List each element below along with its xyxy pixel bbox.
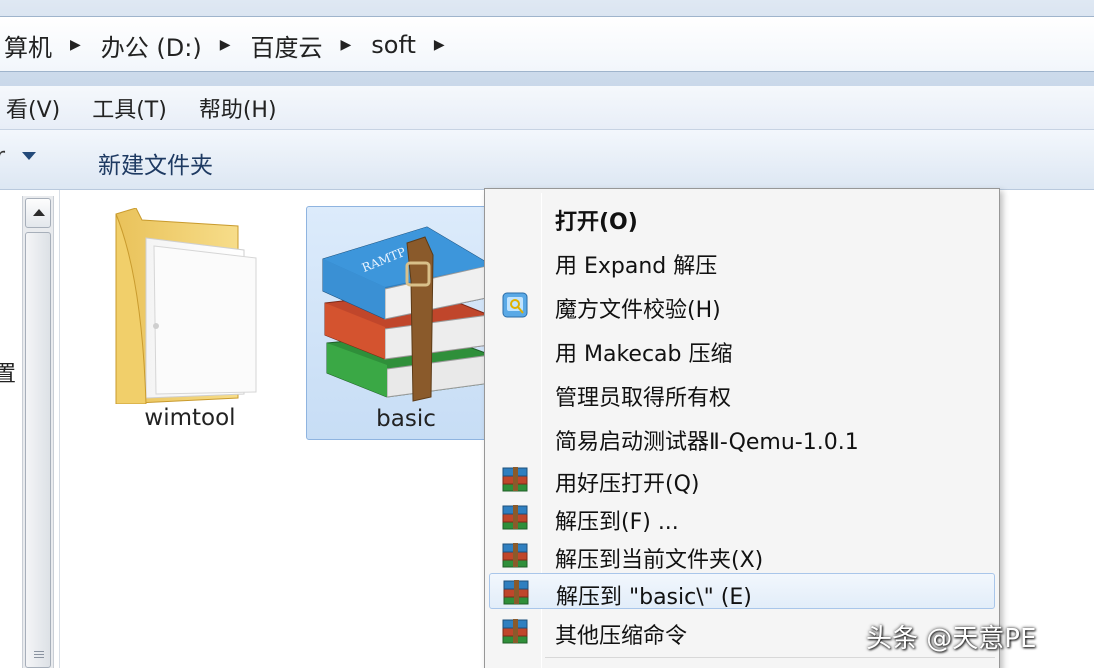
menu-item-label: 解压到 "basic\" (E) (556, 585, 752, 610)
menu-item-open[interactable]: 打开(O) (489, 199, 995, 235)
file-verify-icon (502, 292, 528, 318)
menu-tools[interactable]: 工具(T) (76, 92, 183, 124)
scroll-up-icon[interactable] (25, 198, 51, 228)
new-folder-button[interactable]: 新建文件夹 (98, 146, 213, 180)
menu-separator (545, 657, 995, 658)
menu-item-label: 魔方文件校验(H) (555, 298, 721, 323)
menu-help[interactable]: 帮助(H) (183, 92, 293, 124)
menu-item-label: 打开(O) (555, 210, 638, 235)
scroll-grip-icon (34, 651, 44, 652)
context-menu: 打开(O) 用 Expand 解压 魔方文件校验(H) 用 Makecab 压缩… (484, 188, 1000, 668)
winrar-archive-icon: RAMTP (322, 226, 492, 402)
menu-item-label: 简易启动测试器Ⅱ-Qemu-1.0.1 (555, 430, 859, 455)
breadcrumb-baiduyun[interactable]: 百度云 (246, 28, 326, 63)
breadcrumb-computer[interactable]: 算机 (0, 28, 56, 63)
command-toolbar: r 新建文件夹 (0, 130, 1094, 190)
address-frame: 算机 ▶ 办公 (D:) ▶ 百度云 ▶ soft ▶ (0, 0, 1094, 86)
winrar-icon (502, 619, 528, 644)
menu-item-label: 解压到(F) ... (555, 510, 679, 535)
menu-item-extract-to-basic[interactable]: 解压到 "basic\" (E) (489, 573, 995, 610)
menu-item-makecab[interactable]: 用 Makecab 压缩 (489, 331, 995, 367)
winrar-icon (502, 505, 528, 530)
breadcrumb-arrow-icon[interactable]: ▶ (420, 37, 461, 53)
menu-bar: 看(V) 工具(T) 帮助(H) (0, 86, 1094, 130)
winrar-icon (502, 467, 528, 492)
breadcrumb: 算机 ▶ 办公 (D:) ▶ 百度云 ▶ soft ▶ (0, 17, 461, 73)
menu-item-label: 用 Makecab 压缩 (555, 342, 733, 367)
breadcrumb-drive-d[interactable]: 办公 (D:) (97, 28, 206, 63)
menu-item-file-verify[interactable]: 魔方文件校验(H) (489, 287, 995, 323)
menu-view[interactable]: 看(V) (0, 92, 76, 124)
watermark: 头条 @天意PE (866, 624, 1037, 654)
scroll-thumb[interactable] (25, 232, 51, 668)
menu-item-take-ownership[interactable]: 管理员取得所有权 (489, 375, 995, 411)
menu-item-label: 解压到当前文件夹(X) (555, 548, 764, 573)
file-item-basic[interactable]: RAMTP basic (306, 206, 506, 440)
menu-item-label: 用 Expand 解压 (555, 254, 718, 279)
folder-icon (115, 208, 257, 404)
breadcrumb-arrow-icon[interactable]: ▶ (56, 37, 97, 53)
address-bar[interactable]: 算机 ▶ 办公 (D:) ▶ 百度云 ▶ soft ▶ (0, 16, 1094, 72)
breadcrumb-soft[interactable]: soft (367, 31, 420, 59)
menu-item-qemu-tester[interactable]: 简易启动测试器Ⅱ-Qemu-1.0.1 (489, 419, 995, 455)
winrar-icon (502, 543, 528, 568)
menu-item-label: 管理员取得所有权 (555, 386, 732, 411)
vertical-scrollbar[interactable] (22, 196, 54, 668)
menu-item-extract-here[interactable]: 解压到当前文件夹(X) (489, 537, 995, 573)
winrar-icon (503, 580, 529, 605)
menu-item-open-with-haozip[interactable]: 用好压打开(Q) (489, 461, 995, 497)
menu-item-label: 其他压缩命令 (555, 624, 688, 649)
file-item-wimtool[interactable]: wimtool (100, 200, 280, 440)
breadcrumb-arrow-icon[interactable]: ▶ (206, 37, 247, 53)
breadcrumb-arrow-icon[interactable]: ▶ (326, 37, 367, 53)
nav-item-fragment[interactable]: 置 (0, 356, 16, 388)
organize-fragment[interactable]: r (0, 144, 5, 169)
dropdown-arrow-icon[interactable] (22, 152, 36, 160)
menu-item-label: 用好压打开(Q) (555, 472, 700, 497)
file-name: wimtool (144, 405, 236, 431)
file-name: basic (376, 406, 436, 432)
menu-item-extract-to[interactable]: 解压到(F) ... (489, 499, 995, 535)
menu-item-expand[interactable]: 用 Expand 解压 (489, 243, 995, 279)
